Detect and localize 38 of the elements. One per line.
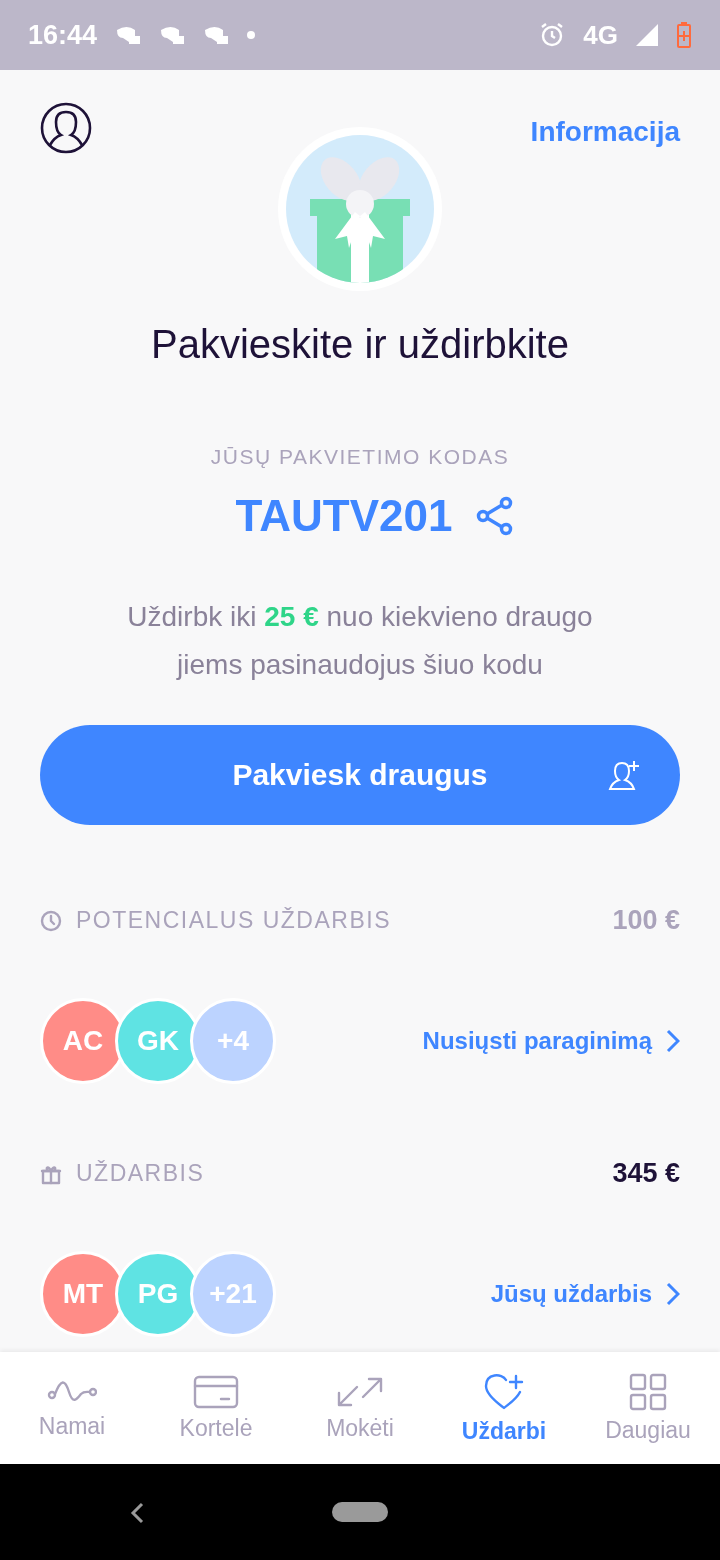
signal-icon [636, 24, 658, 46]
amount: 345 € [612, 1158, 680, 1189]
network-label: 4G [583, 19, 618, 51]
info-link[interactable]: Informacija [530, 116, 680, 148]
section-link[interactable]: Jūsų uždarbis [490, 1280, 680, 1308]
tab[interactable]: Daugiau [576, 1352, 720, 1464]
description: Uždirbk iki 25 € nuo kiekvieno draugo jiems pasinaudojus šiuo kodu [126, 600, 594, 682]
back-icon[interactable] [130, 1502, 144, 1524]
add-person-icon [608, 759, 640, 791]
profile-icon[interactable] [40, 102, 92, 154]
section-label: POTENCIALUS UŽDARBIS [76, 907, 391, 934]
code-label: JŪSŲ PAKVIETIMO KODAS [209, 445, 511, 469]
section-link[interactable]: Nusiųsti paraginimą [422, 1027, 680, 1055]
card-icon [193, 1374, 239, 1409]
amount: 100 € [612, 905, 680, 936]
notification-icon [159, 24, 186, 46]
friend-avatar: +21 [190, 1251, 276, 1337]
dot-icon [247, 31, 256, 39]
tab[interactable]: Namai [0, 1352, 144, 1464]
notification-icon [203, 24, 230, 46]
tab[interactable]: Uždarbi [432, 1352, 576, 1464]
share-icon[interactable] [476, 496, 515, 536]
page-title: Pakvieskite ir uždirbkite [150, 322, 570, 367]
tab[interactable]: Kortelė [144, 1352, 288, 1464]
tab[interactable]: Mokėti [288, 1352, 432, 1464]
chevron-right-icon [666, 1029, 680, 1053]
status-time: 16:44 [28, 19, 98, 51]
friend-avatar: +4 [190, 998, 276, 1084]
invite-button[interactable]: Pakviesk draugus [40, 725, 680, 825]
section-label: UŽDARBIS [76, 1160, 205, 1187]
notification-icon [115, 24, 142, 46]
referral-code: TAUTV201 [235, 491, 453, 541]
battery-icon [676, 21, 692, 49]
grid-icon [629, 1372, 667, 1411]
chevron-right-icon [666, 1282, 680, 1306]
heart-plus-icon [482, 1371, 526, 1412]
clock-icon [40, 909, 62, 932]
home-pill[interactable] [332, 1502, 388, 1522]
